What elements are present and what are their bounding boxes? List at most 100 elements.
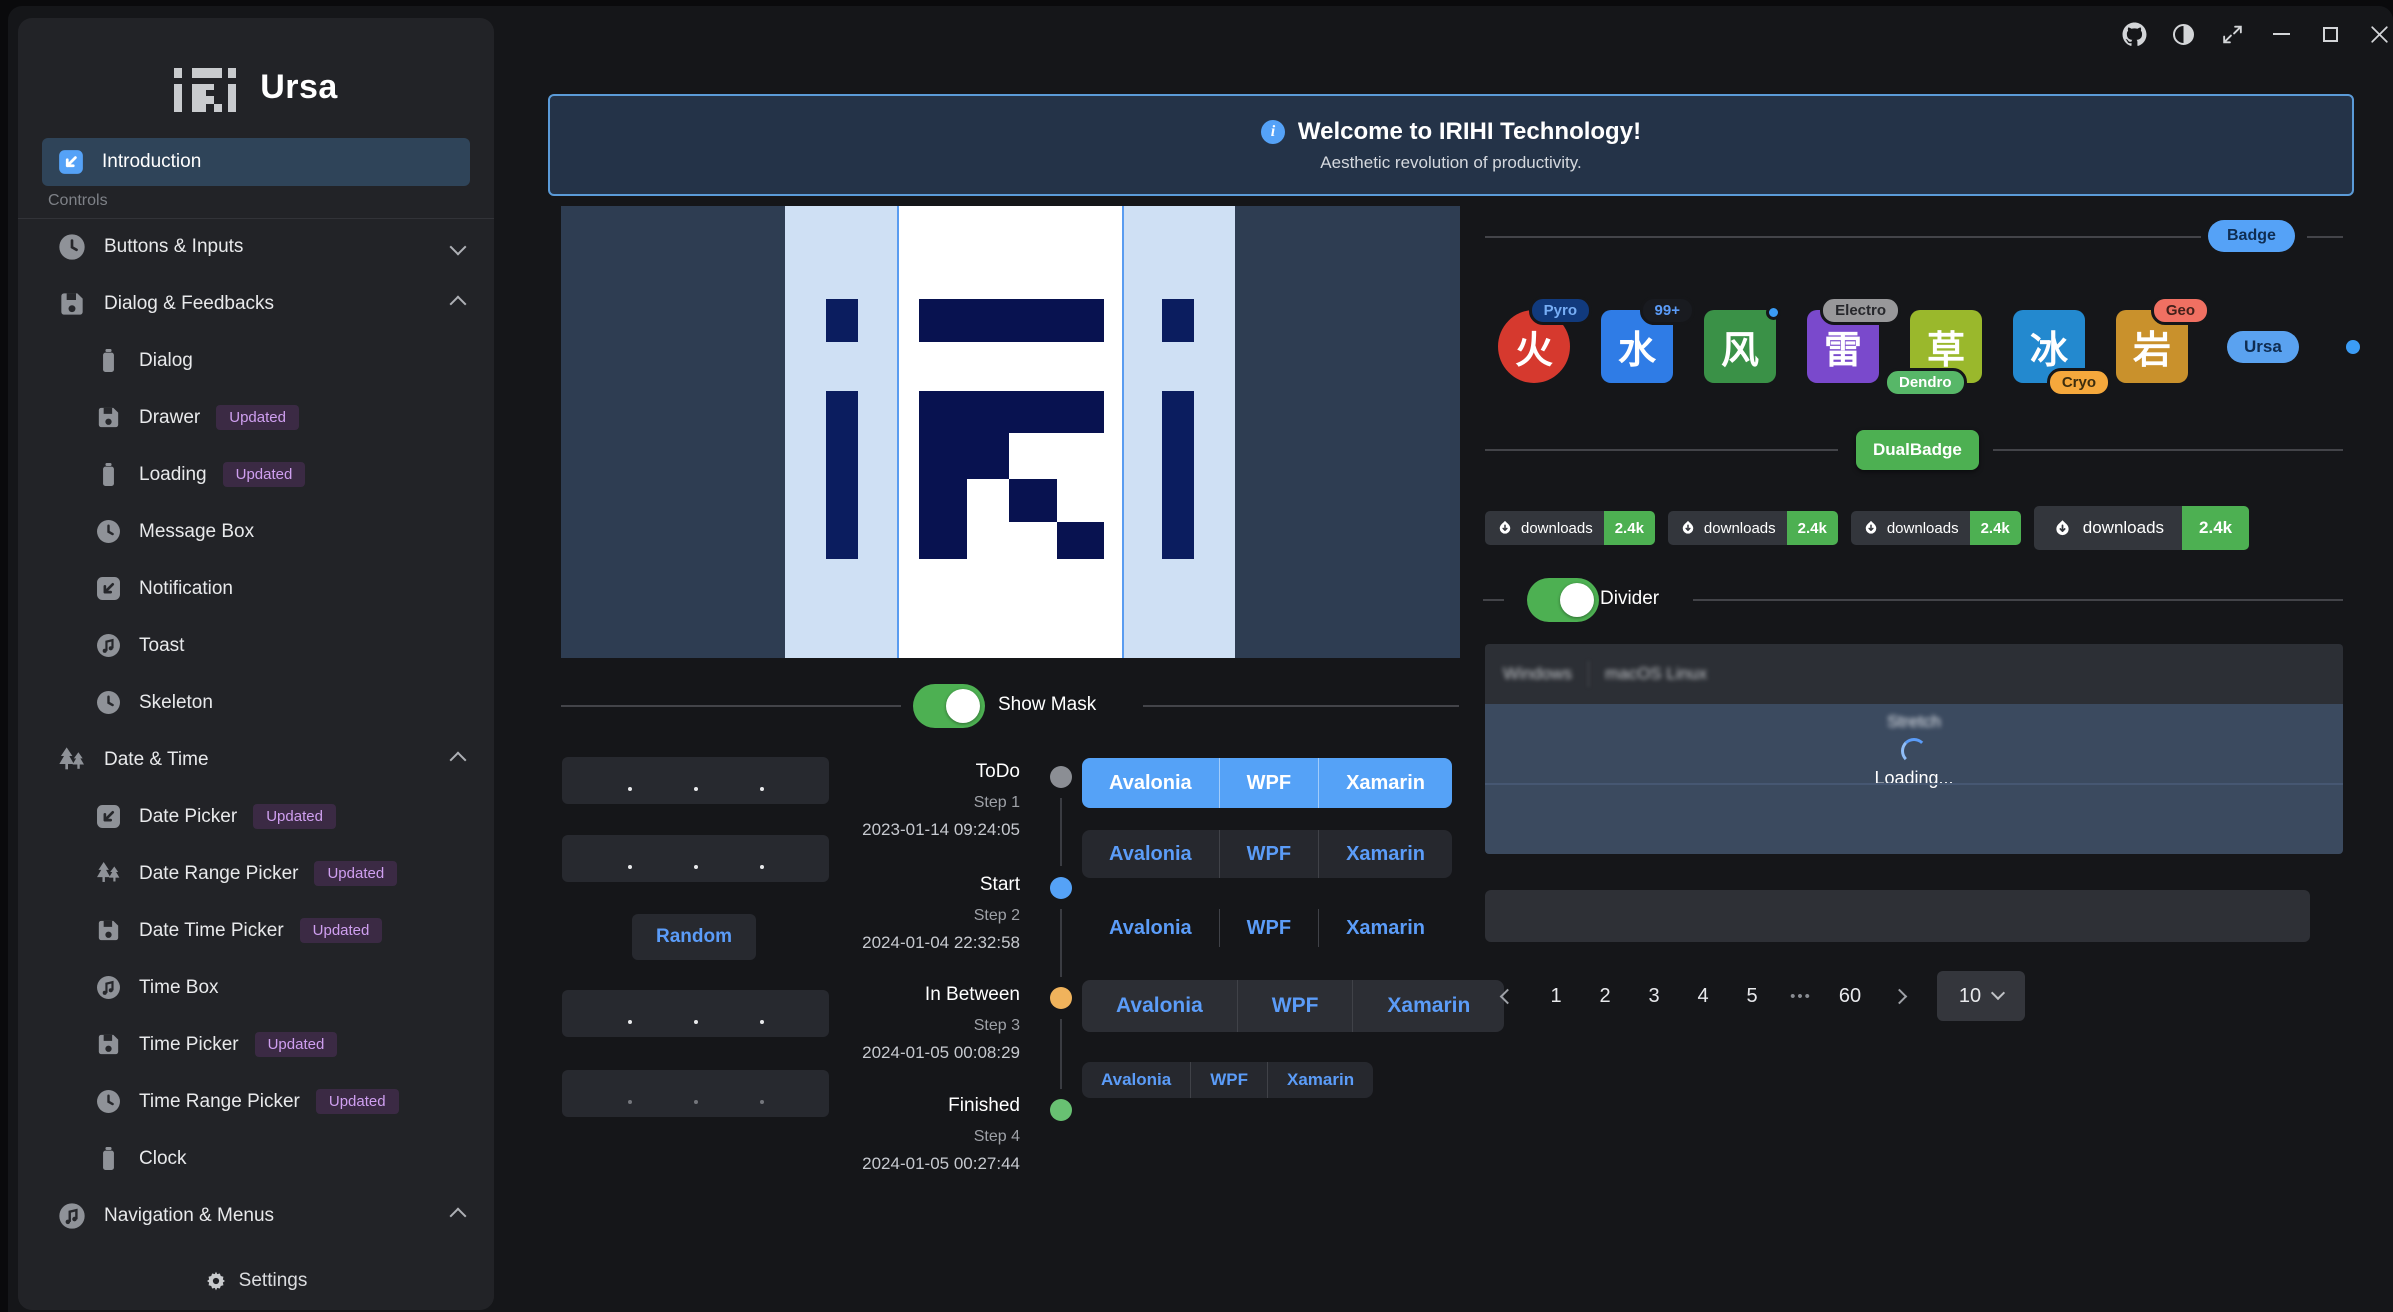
- sidebar-item-dialog-feedbacks[interactable]: Dialog & Feedbacks: [18, 275, 494, 332]
- selection-option-wpf[interactable]: WPF: [1190, 1062, 1267, 1098]
- sidebar-item-message-box[interactable]: Message Box: [18, 503, 494, 560]
- tab-windows[interactable]: Windows: [1503, 664, 1572, 684]
- sidebar-item-time-range-picker[interactable]: Time Range PickerUpdated: [18, 1073, 494, 1130]
- selection-option-xamarin[interactable]: Xamarin: [1318, 909, 1452, 947]
- divider-line: [1693, 599, 2343, 601]
- random-button[interactable]: Random: [632, 914, 756, 960]
- selection-option-wpf[interactable]: WPF: [1219, 758, 1318, 808]
- selection-group-3: AvaloniaWPFXamarin: [1082, 909, 1452, 947]
- selection-option-xamarin[interactable]: Xamarin: [1318, 758, 1452, 808]
- timeline-item-start: Start Step 2 2024-01-04 22:32:58: [778, 874, 1020, 953]
- pagination-page-1[interactable]: 1: [1537, 977, 1575, 1015]
- sidebar-item-clock[interactable]: Clock: [18, 1130, 494, 1187]
- pagination-ellipsis[interactable]: •••: [1782, 977, 1820, 1015]
- page-size-dropdown[interactable]: 10: [1937, 971, 2025, 1021]
- maximize-icon[interactable]: [2316, 19, 2344, 49]
- sidebar-item-toast[interactable]: Toast: [18, 617, 494, 674]
- sidebar: Ursa Introduction Controls Buttons & Inp…: [18, 18, 494, 1310]
- divider-line: [1485, 449, 1838, 451]
- downloads-badges-row: downloads2.4kdownloads2.4kdownloads2.4kd…: [1485, 504, 2249, 552]
- selection-option-avalonia[interactable]: Avalonia: [1082, 980, 1237, 1032]
- empty-input-box[interactable]: [1485, 890, 2310, 942]
- badge-tile-dot: 风: [1704, 310, 1776, 383]
- clock-icon: [94, 517, 123, 546]
- corner-badge: [1766, 305, 1781, 320]
- sidebar-item-date-range-picker[interactable]: Date Range PickerUpdated: [18, 845, 494, 902]
- sidebar-item-buttons-inputs[interactable]: Buttons & Inputs: [18, 218, 494, 275]
- pagination-page-2[interactable]: 2: [1586, 977, 1624, 1015]
- sidebar-item-drawer[interactable]: DrawerUpdated: [18, 389, 494, 446]
- loading-tabs: Windows macOS Linux: [1485, 644, 2343, 704]
- close-icon[interactable]: [2365, 19, 2393, 49]
- logo-block: [919, 479, 967, 559]
- sidebar-item-skeleton[interactable]: Skeleton: [18, 674, 494, 731]
- selection-option-wpf[interactable]: WPF: [1219, 830, 1318, 878]
- selection-option-avalonia[interactable]: Avalonia: [1082, 909, 1219, 947]
- downloads-label: downloads: [1851, 511, 1970, 545]
- corner-badge: 99+: [1640, 296, 1695, 325]
- sidebar-item-label: Clock: [139, 1148, 187, 1170]
- sidebar-item-introduction[interactable]: Introduction: [42, 138, 470, 186]
- selection-option-avalonia[interactable]: Avalonia: [1082, 1062, 1190, 1098]
- github-icon[interactable]: [2120, 19, 2148, 49]
- fullscreen-icon[interactable]: [2218, 19, 2246, 49]
- corner-badge: Geo: [2151, 296, 2210, 325]
- page-size-value: 10: [1959, 985, 1981, 1008]
- pagination-page-5[interactable]: 5: [1733, 977, 1771, 1015]
- show-mask-toggle[interactable]: [913, 684, 985, 728]
- sidebar-item-navigation-menus[interactable]: Navigation & Menus: [18, 1187, 494, 1244]
- sidebar-item-loading[interactable]: LoadingUpdated: [18, 446, 494, 503]
- chevron-up-icon: [450, 1207, 467, 1224]
- sidebar-item-dialog[interactable]: Dialog: [18, 332, 494, 389]
- selection-option-xamarin[interactable]: Xamarin: [1352, 980, 1504, 1032]
- pagination-next-button[interactable]: [1880, 977, 1918, 1015]
- tab-separator: [1588, 661, 1589, 687]
- chevron-down-icon: [1991, 986, 2005, 1000]
- sidebar-item-notification[interactable]: Notification: [18, 560, 494, 617]
- logo-block: [1057, 522, 1104, 559]
- tab-macos-linux[interactable]: macOS Linux: [1605, 664, 1707, 684]
- app-name: Ursa: [260, 68, 338, 107]
- battery-icon: [94, 460, 123, 489]
- dot-badge: [2346, 340, 2360, 354]
- pagination-page-60[interactable]: 60: [1831, 977, 1869, 1015]
- sidebar-item-time-picker[interactable]: Time PickerUpdated: [18, 1016, 494, 1073]
- logo-block: [1162, 391, 1194, 559]
- divider-line: [1993, 449, 2343, 451]
- sidebar-list: Buttons & InputsDialog & FeedbacksDialog…: [18, 218, 494, 1301]
- selection-option-avalonia[interactable]: Avalonia: [1082, 758, 1219, 808]
- timeline-name: In Between: [778, 984, 1020, 1006]
- clock-icon: [94, 688, 123, 717]
- timeline-line: [1060, 909, 1062, 977]
- sidebar-item-label: Date Range Picker: [139, 863, 298, 885]
- divider-toggle[interactable]: [1527, 578, 1599, 622]
- sidebar-item-date-time-picker[interactable]: Date Time PickerUpdated: [18, 902, 494, 959]
- selection-option-xamarin[interactable]: Xamarin: [1267, 1062, 1373, 1098]
- pagination-page-3[interactable]: 3: [1635, 977, 1673, 1015]
- sidebar-item-date-picker[interactable]: Date PickerUpdated: [18, 788, 494, 845]
- selection-option-wpf[interactable]: WPF: [1219, 909, 1318, 947]
- ursa-logo-icon: [174, 62, 236, 112]
- settings-label: Settings: [239, 1270, 308, 1292]
- selection-option-wpf[interactable]: WPF: [1237, 980, 1353, 1032]
- floppy-icon: [94, 1030, 123, 1059]
- divider-line: [1143, 705, 1459, 707]
- timeline-time: 2023-01-14 09:24:05: [778, 820, 1020, 840]
- downloads-label: downloads: [2034, 506, 2182, 550]
- timeline-dot: [1050, 877, 1072, 899]
- selection-option-xamarin[interactable]: Xamarin: [1318, 830, 1452, 878]
- pagination-page-4[interactable]: 4: [1684, 977, 1722, 1015]
- sidebar-item-date-time[interactable]: Date & Time: [18, 731, 494, 788]
- sidebar-item-time-box[interactable]: Time Box: [18, 959, 494, 1016]
- timeline-dot: [1050, 987, 1072, 1009]
- minimize-icon[interactable]: [2267, 19, 2295, 49]
- settings-button[interactable]: Settings: [18, 1252, 494, 1310]
- corner-badge: Pyro: [1529, 296, 1592, 325]
- selection-option-avalonia[interactable]: Avalonia: [1082, 830, 1219, 878]
- battery-icon: [94, 1144, 123, 1173]
- theme-toggle-icon[interactable]: [2169, 19, 2197, 49]
- element-tile: 风: [1704, 310, 1776, 383]
- updated-badge: Updated: [300, 918, 383, 943]
- pagination-prev-button[interactable]: [1488, 977, 1526, 1015]
- info-icon: i: [1261, 120, 1285, 144]
